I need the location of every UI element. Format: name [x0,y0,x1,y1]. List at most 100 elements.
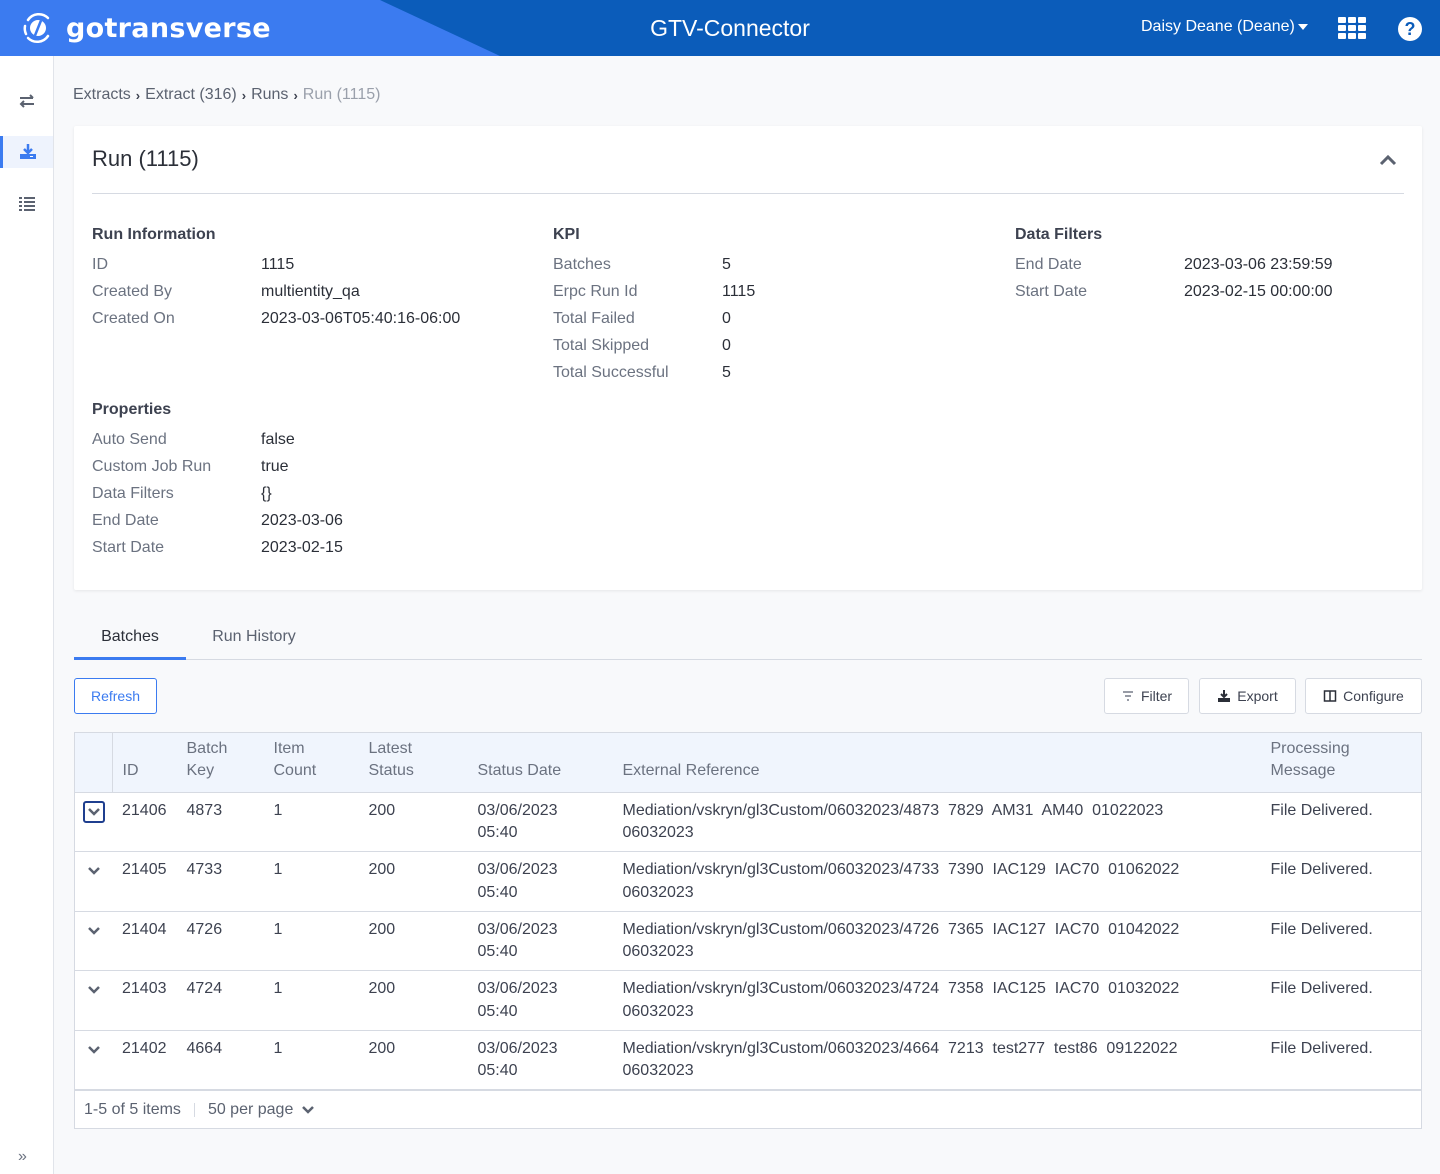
field-row: Total Failed 0 [553,310,755,337]
help-icon[interactable]: ? [1398,17,1422,41]
field-value: multientity_qa [261,283,360,300]
field-label: End Date [92,512,159,529]
column-header-processing-message[interactable]: Processing Message [1260,733,1421,793]
breadcrumb-separator-icon: › [241,87,247,103]
table-row[interactable]: 21406 4873 1 200 03/06/2023 05:40 Mediation/vs… [75,792,1421,852]
field-label: Created On [92,310,175,327]
refresh-label: Refresh [90,688,141,704]
expand-row-button[interactable] [83,979,105,1001]
field-value: 2023-03-06 23:59:59 [1184,256,1333,273]
section-heading: Properties [92,401,172,418]
expand-cell [75,852,112,912]
tab-batches[interactable]: Batches [74,620,186,660]
tab-run-history[interactable]: Run History [204,620,304,660]
run-information-section: Run Information ID 1115 Created By multien… [92,226,460,337]
cell-id: 21402 [122,1039,167,1057]
breadcrumb-separator-icon: › [293,87,298,103]
cell-latest-status: 200 [368,920,396,938]
table-row[interactable]: 21405 4733 1 200 03/06/2023 05:40 Mediation/vs… [75,852,1421,912]
cell-item-count: 1 [273,861,283,879]
cell-item-count: 1 [273,801,283,819]
download-icon [1218,690,1231,702]
filter-button[interactable]: Filter [1104,678,1189,714]
breadcrumb-extract[interactable]: Extract (316) [145,86,237,104]
chevron-down-icon [88,1045,100,1054]
section-heading: Run Information [92,226,216,243]
sidebar-item-transfers[interactable] [0,85,54,117]
expand-cell [75,792,112,852]
cell-latest-status: 200 [368,1039,396,1057]
field-row: Total Successful 5 [553,364,755,391]
breadcrumb-extracts[interactable]: Extracts [73,86,131,104]
field-row: Custom Job Run true [92,458,343,485]
apps-grid-icon[interactable] [1338,17,1366,39]
field-label: Data Filters [92,485,174,502]
breadcrumb: Extracts › Extract (316) › Runs › Run (1… [73,86,380,104]
field-row: Start Date 2023-02-15 [92,539,343,566]
field-label: Custom Job Run [92,458,212,475]
configure-button[interactable]: Configure [1305,678,1422,714]
field-row: Erpc Run Id 1115 [553,283,755,310]
sidebar-item-list[interactable] [0,187,54,219]
column-header-item-count[interactable]: Item Count [263,733,359,793]
field-label: Batches [553,256,611,273]
column-header-batch-key[interactable]: Batch Key [176,733,264,793]
field-value: 2023-03-06T05:40:16-06:00 [261,310,461,327]
filter-label: Filter [1140,688,1173,704]
filter-icon [1122,691,1133,701]
field-value: 2023-03-06 [261,512,343,529]
chevron-down-icon [88,867,100,875]
table-row[interactable]: 21402 4664 1 200 03/06/2023 05:40 Mediation/vs… [75,1030,1421,1090]
field-label: Total Successful [553,364,669,381]
cell-status-date: 03/06/2023 05:40 [477,1039,558,1080]
expand-row-button[interactable] [83,1039,105,1061]
cell-item-count: 1 [273,920,283,938]
sidebar-item-extracts[interactable] [0,136,53,168]
breadcrumb-separator-icon: › [135,87,141,103]
field-label: Created By [92,283,173,300]
cell-latest-status: 200 [368,980,396,998]
user-menu[interactable]: Daisy Deane (Deane) [1141,18,1308,36]
page-title: Run (1115) [92,146,199,171]
chevron-up-icon[interactable] [1378,150,1398,170]
cell-batch-key: 4724 [186,980,223,998]
section-heading: KPI [553,226,580,243]
expand-row-button[interactable] [83,800,105,823]
table-row[interactable]: 21403 4724 1 200 03/06/2023 05:40 Mediation/vs… [75,971,1421,1031]
field-label: Total Failed [553,310,635,327]
field-label: Erpc Run Id [553,283,638,300]
page-size-select[interactable]: 50 per page [208,1101,315,1119]
divider [193,1102,195,1117]
page-size-value: 50 per page [207,1100,294,1118]
cell-item-count: 1 [273,1039,283,1057]
column-header-id[interactable]: ID [112,733,177,793]
refresh-button[interactable]: Refresh [74,678,157,714]
field-row: Created On 2023-03-06T05:40:16-06:00 [92,310,460,337]
cell-external-reference: Mediation/vskryn/gl3Custom/06032023/4724… [622,980,1180,1020]
tab-bar: Batches Run History [74,620,1422,660]
breadcrumb-runs[interactable]: Runs [251,86,288,104]
chevron-down-icon [302,1105,315,1114]
expand-row-button[interactable] [83,920,105,942]
cell-batch-key: 4664 [186,1039,223,1057]
cell-item-count: 1 [273,980,283,998]
cell-external-reference: Mediation/vskryn/gl3Custom/06032023/4733… [622,861,1180,901]
expand-row-button[interactable] [83,860,105,882]
table-row[interactable]: 21404 4726 1 200 03/06/2023 05:40 Mediation/vs… [75,911,1421,971]
batches-table: ID Batch Key Item Count Latest Status Statu… [74,732,1422,1129]
export-label: Export [1237,688,1278,704]
field-value: true [261,458,289,475]
columns-icon [1323,690,1337,702]
table-header-row: ID Batch Key Item Count Latest Status Statu… [75,733,1421,793]
column-header-status-date[interactable]: Status Date [467,733,613,793]
cell-status-date: 03/06/2023 05:40 [477,801,558,842]
column-header-external-reference[interactable]: External Reference [612,733,1261,793]
expand-cell [75,1030,112,1090]
chevron-down-icon [88,807,100,816]
expand-sidebar-icon[interactable]: » [18,1148,27,1166]
cell-status-date: 03/06/2023 05:40 [477,861,558,901]
export-button[interactable]: Export [1199,678,1296,714]
column-header-latest-status[interactable]: Latest Status [358,733,468,793]
field-row: Batches 5 [553,256,755,283]
expand-cell [75,911,112,971]
